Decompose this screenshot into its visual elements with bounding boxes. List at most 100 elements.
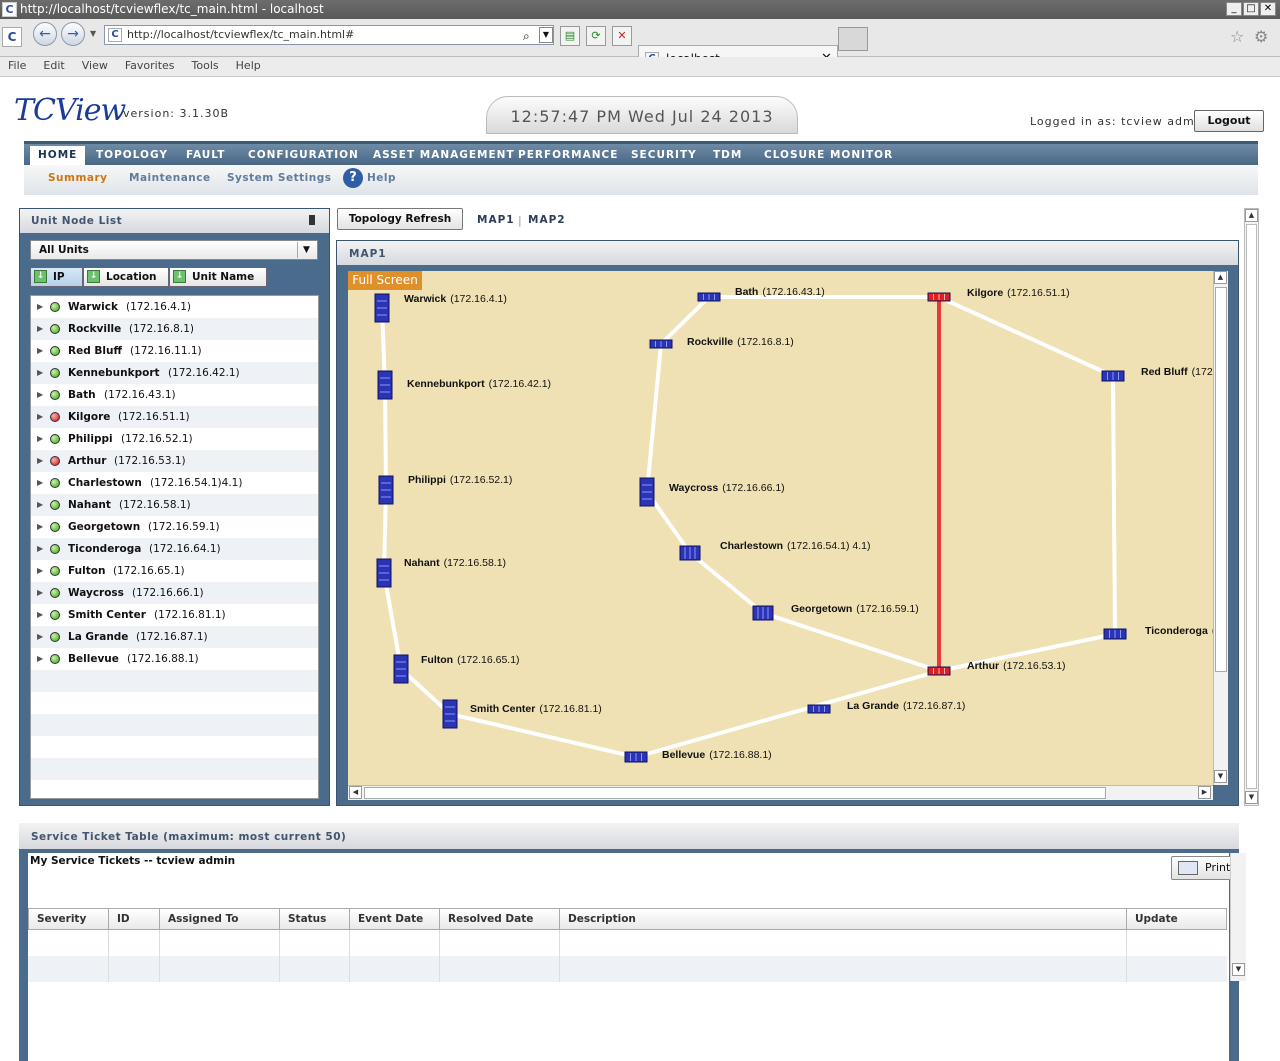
address-dropdown-icon[interactable]: ▼ — [539, 27, 553, 43]
list-item[interactable]: ▶ Smith Center (172.16.81.1) — [31, 604, 318, 626]
search-icon[interactable]: ⌕ — [523, 27, 530, 45]
list-item[interactable]: ▶ Fulton (172.16.65.1) — [31, 560, 318, 582]
expand-triangle-icon[interactable]: ▶ — [37, 648, 43, 670]
expand-triangle-icon[interactable]: ▶ — [37, 626, 43, 648]
list-item[interactable]: ▶ Warwick (172.16.4.1) — [31, 296, 318, 318]
settings-gear-icon[interactable]: ⚙ — [1254, 27, 1268, 46]
new-tab-button[interactable] — [838, 27, 868, 51]
map-vertical-thumb[interactable] — [1215, 287, 1227, 672]
nav-home[interactable]: HOME — [30, 146, 86, 165]
network-link[interactable] — [938, 295, 1114, 378]
map-horizontal-scrollbar[interactable]: ◀ ▶ — [348, 785, 1213, 800]
col-resolved-date[interactable]: Resolved Date — [440, 908, 560, 930]
list-item[interactable]: ▶ Nahant (172.16.58.1) — [31, 494, 318, 516]
map-node-fulton[interactable] — [393, 654, 409, 684]
menu-view[interactable]: View — [82, 59, 108, 72]
list-item[interactable]: ▶ Bath (172.16.43.1) — [31, 384, 318, 406]
expand-triangle-icon[interactable]: ▶ — [37, 406, 43, 428]
refresh-icon[interactable]: ⟳ — [586, 26, 606, 46]
expand-triangle-icon[interactable]: ▶ — [37, 428, 43, 450]
back-button[interactable]: ← — [33, 22, 57, 46]
sort-by-location-button[interactable]: ↓ Location — [83, 267, 169, 287]
stop-icon[interactable]: ✕ — [612, 26, 632, 46]
subnav-system-settings[interactable]: System Settings — [227, 172, 331, 184]
list-item[interactable]: ▶ Georgetown (172.16.59.1) — [31, 516, 318, 538]
menu-tools[interactable]: Tools — [192, 59, 219, 72]
maximize-button[interactable]: □ — [1243, 2, 1259, 16]
col-description[interactable]: Description — [560, 908, 1127, 930]
expand-triangle-icon[interactable]: ▶ — [37, 384, 43, 406]
scroll-left-icon[interactable]: ◀ — [349, 786, 362, 799]
list-item[interactable]: ▶ Philippi (172.16.52.1) — [31, 428, 318, 450]
network-link[interactable] — [383, 384, 388, 491]
scroll-down-icon[interactable]: ▼ — [1214, 770, 1227, 783]
map-node-ticonderoga[interactable] — [1103, 628, 1127, 640]
map-node-kennebunkport[interactable] — [377, 370, 393, 400]
col-severity[interactable]: Severity — [28, 908, 109, 930]
expand-triangle-icon[interactable]: ▶ — [37, 340, 43, 362]
expand-triangle-icon[interactable]: ▶ — [37, 494, 43, 516]
compatibility-icon[interactable]: ▤ — [560, 26, 580, 46]
ticket-scroll-down-icon[interactable]: ▼ — [1232, 963, 1245, 976]
tab-map2[interactable]: MAP2 — [528, 214, 566, 226]
map-node-arthur[interactable] — [927, 666, 951, 676]
network-link[interactable] — [645, 343, 663, 493]
subnav-maintenance[interactable]: Maintenance — [129, 172, 211, 184]
address-bar[interactable]: C http://localhost/tcviewflex/tc_main.ht… — [104, 25, 554, 45]
nav-tdm[interactable]: TDM — [713, 149, 742, 161]
map-vertical-scrollbar[interactable]: ▲ ▼ — [1213, 271, 1228, 785]
network-link[interactable] — [688, 551, 765, 615]
col-assigned-to[interactable]: Assigned To — [160, 908, 280, 930]
list-item[interactable]: ▶ Rockville (172.16.8.1) — [31, 318, 318, 340]
col-status[interactable]: Status — [280, 908, 350, 930]
ticket-scrollbar[interactable]: ▼ — [1230, 853, 1246, 981]
topology-refresh-button[interactable]: Topology Refresh — [337, 208, 463, 230]
list-item[interactable]: ▶ Kilgore (172.16.51.1) — [31, 406, 318, 428]
full-screen-button[interactable]: Full Screen — [348, 271, 422, 290]
unit-filter-select[interactable]: All Units ▼ — [30, 240, 318, 260]
nav-closure-monitor[interactable]: CLOSURE MONITOR — [764, 149, 893, 161]
scroll-right-icon[interactable]: ▶ — [1198, 786, 1211, 799]
map-node-kilgore[interactable] — [927, 292, 951, 302]
map-node-charlestown[interactable] — [679, 545, 701, 561]
logout-button[interactable]: Logout — [1194, 110, 1264, 132]
subnav-help[interactable]: Help — [367, 172, 396, 184]
map-node-georgetown[interactable] — [752, 605, 774, 621]
map-horizontal-thumb[interactable] — [364, 787, 1106, 799]
col-update[interactable]: Update — [1127, 908, 1227, 930]
expand-triangle-icon[interactable]: ▶ — [37, 296, 43, 318]
nav-fault[interactable]: FAULT — [186, 149, 225, 161]
page-scroll-down-icon[interactable]: ▼ — [1245, 791, 1258, 804]
expand-triangle-icon[interactable]: ▶ — [37, 604, 43, 626]
history-dropdown-icon[interactable]: ▼ — [90, 29, 96, 38]
list-item[interactable]: ▶ Charlestown (172.16.54.1)4.1) — [31, 472, 318, 494]
expand-triangle-icon[interactable]: ▶ — [37, 560, 43, 582]
help-icon[interactable]: ? — [343, 168, 363, 188]
sort-by-ip-button[interactable]: ↓ IP — [30, 267, 83, 287]
nav-topology[interactable]: TOPOLOGY — [96, 149, 168, 161]
expand-triangle-icon[interactable]: ▶ — [37, 472, 43, 494]
map-node-red-bluff[interactable] — [1101, 370, 1125, 382]
close-window-button[interactable]: ✕ — [1260, 2, 1276, 16]
network-link[interactable] — [762, 611, 940, 673]
nav-performance[interactable]: PERFORMANCE — [518, 149, 618, 161]
expand-triangle-icon[interactable]: ▶ — [37, 450, 43, 472]
expand-triangle-icon[interactable]: ▶ — [37, 516, 43, 538]
map-node-philippi[interactable] — [378, 475, 394, 505]
expand-triangle-icon[interactable]: ▶ — [37, 362, 43, 384]
nav-configuration[interactable]: CONFIGURATION — [248, 149, 359, 161]
col-event-date[interactable]: Event Date — [350, 908, 440, 930]
list-item[interactable]: ▶ Kennebunkport (172.16.42.1) — [31, 362, 318, 384]
col-id[interactable]: ID — [109, 908, 160, 930]
subnav-summary[interactable]: Summary — [48, 172, 108, 184]
topology-map-canvas[interactable]: Warwick (172.16.4.1) Kennebunkport (172.16.… — [348, 271, 1213, 785]
favorites-star-icon[interactable]: ☆ — [1230, 27, 1244, 46]
page-scroll-up-icon[interactable]: ▲ — [1245, 209, 1258, 222]
page-scrollbar[interactable]: ▲ ▼ — [1244, 208, 1259, 806]
map-node-waycross[interactable] — [639, 477, 655, 507]
sort-by-unit-name-button[interactable]: ↓ Unit Name — [169, 267, 267, 287]
map-node-nahant[interactable] — [376, 558, 392, 588]
map-node-bath[interactable] — [697, 292, 721, 302]
nav-security[interactable]: SECURITY — [631, 149, 697, 161]
menu-file[interactable]: File — [8, 59, 26, 72]
